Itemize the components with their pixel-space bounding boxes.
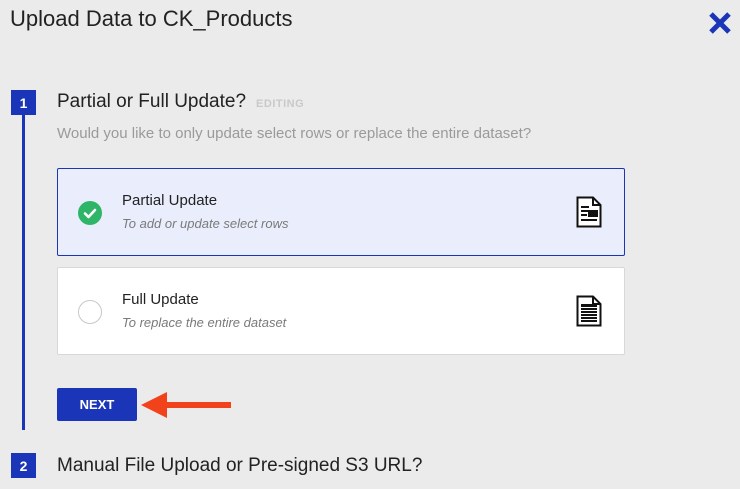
step-1-title-text: Partial or Full Update?: [57, 91, 247, 112]
step-status-badge: EDITING: [256, 98, 305, 110]
dialog-title: Upload Data to CK_Products: [10, 6, 293, 31]
partial-update-option[interactable]: Partial Update To add or update select r…: [57, 168, 625, 256]
close-icon[interactable]: [707, 10, 733, 36]
full-update-option[interactable]: Full Update To replace the entire datase…: [57, 267, 625, 355]
partial-update-label: Partial Update: [122, 192, 218, 209]
step-2-number: 2: [11, 453, 36, 478]
check-icon: [78, 201, 102, 225]
pointer-arrow-icon: [141, 392, 231, 418]
step-1-title: Partial or Full Update? EDITING: [57, 91, 304, 113]
next-button[interactable]: NEXT: [57, 388, 137, 421]
full-update-description: To replace the entire dataset: [122, 315, 287, 330]
step-2-title[interactable]: Manual File Upload or Pre-signed S3 URL?: [57, 455, 422, 477]
full-update-label: Full Update: [122, 291, 199, 308]
step-1-number: 1: [11, 90, 36, 115]
partial-document-icon: [576, 196, 602, 228]
step-progress-line: [22, 114, 25, 430]
step-1-question: Would you like to only update select row…: [57, 125, 532, 142]
full-document-icon: [576, 295, 602, 327]
radio-empty-icon: [78, 300, 102, 324]
partial-update-description: To add or update select rows: [122, 216, 289, 231]
